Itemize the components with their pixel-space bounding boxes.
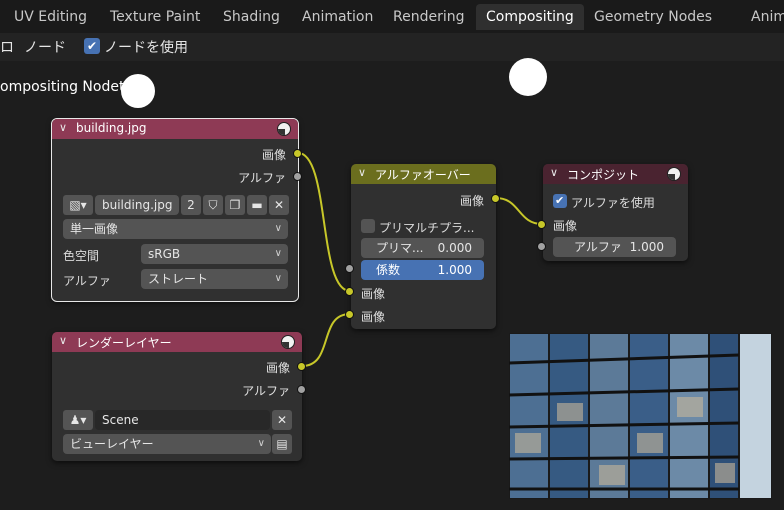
alpha-mode-dropdown[interactable]: ストレート ∨ <box>141 269 288 289</box>
image-input-socket[interactable] <box>537 220 546 229</box>
image-node[interactable]: ∨ building.jpg 画像 アルファ ▧▾ building.jpg 2… <box>51 118 299 302</box>
close-icon[interactable]: ✕ <box>269 195 289 215</box>
fake-user-shield-icon[interactable]: ⛉ <box>203 195 223 215</box>
close-icon[interactable]: ✕ <box>272 410 292 430</box>
image-name-field[interactable]: building.jpg <box>95 195 179 215</box>
colorspace-dropdown[interactable]: sRGB ∨ <box>141 244 288 264</box>
factor-input-socket[interactable] <box>345 264 354 273</box>
node-preview-icon <box>281 335 295 349</box>
premultiply-label: プリマ... <box>376 241 424 255</box>
factor-label: 係数 <box>376 263 401 277</box>
alpha-over-node[interactable]: ∨ アルファオーバー 画像 プリマルチプラ... プリマ... 0.000 係数… <box>351 164 496 329</box>
workspace-tab-bar: UV Editing Texture Paint Shading Animati… <box>0 0 784 33</box>
checkmark-icon: ✔ <box>555 194 565 207</box>
header-edge-label: ロ <box>0 40 14 56</box>
alpha-input-socket[interactable] <box>537 242 546 251</box>
render-layers-node[interactable]: ∨ レンダーレイヤー 画像 アルファ ♟▾ Scene ✕ ビューレイヤー ∨ ▤ <box>52 332 302 461</box>
render-layers-header[interactable]: ∨ レンダーレイヤー <box>52 332 302 352</box>
alpha-output-label: アルファ <box>242 384 290 398</box>
node-preview-icon <box>667 167 681 181</box>
checkmark-icon: ✔ <box>87 39 98 53</box>
collapse-chevron-icon[interactable]: ∨ <box>358 166 366 179</box>
composite-header[interactable]: ∨ コンポジット <box>543 164 688 184</box>
scene-field[interactable]: Scene <box>95 410 270 430</box>
chevron-down-icon: ∨ <box>274 273 282 284</box>
image-input-2-label: 画像 <box>361 310 386 324</box>
image-input-label: 画像 <box>553 219 578 233</box>
alpha-input-field[interactable]: アルファ 1.000 <box>553 237 676 257</box>
composite-title: コンポジット <box>567 168 640 182</box>
cursor-indicator <box>121 74 155 108</box>
node-preview-icon <box>277 122 291 136</box>
scene-browse-icon[interactable]: ♟▾ <box>63 410 93 430</box>
image-input-1-label: 画像 <box>361 287 386 301</box>
use-alpha-label: アルファを使用 <box>571 196 655 210</box>
image-output-label: 画像 <box>261 148 286 162</box>
collapse-chevron-icon[interactable]: ∨ <box>59 121 67 134</box>
render-layers-title: レンダーレイヤー <box>76 336 172 350</box>
chevron-down-icon: ∨ <box>257 438 265 449</box>
image-output-label: 画像 <box>265 361 290 375</box>
alpha-over-title: アルファオーバー <box>375 168 471 182</box>
image-output-socket[interactable] <box>491 194 500 203</box>
link-render-to-alphaover <box>301 313 351 367</box>
image-output-socket[interactable] <box>293 149 302 158</box>
use-nodes-label: ノードを使用 <box>104 40 188 56</box>
collapse-chevron-icon[interactable]: ∨ <box>59 334 67 347</box>
convert-premultiplied-checkbox[interactable] <box>361 219 375 233</box>
node-menu[interactable]: ノード <box>24 37 66 57</box>
convert-premultiplied-label: プリマルチプラ... <box>379 221 475 235</box>
premultiply-field[interactable]: プリマ... 0.000 <box>361 238 484 258</box>
image-input-1-socket[interactable] <box>345 287 354 296</box>
duplicate-icon[interactable]: ❐ <box>225 195 245 215</box>
tab-animation-truncated[interactable]: Anim <box>741 4 784 30</box>
composite-node[interactable]: ∨ コンポジット ✔ アルファを使用 画像 アルファ 1.000 <box>543 164 688 261</box>
factor-field[interactable]: 係数 1.000 <box>361 260 484 280</box>
colorspace-label: 色空間 <box>63 249 100 263</box>
tab-rendering[interactable]: Rendering <box>383 4 475 30</box>
folder-icon[interactable]: ▬ <box>247 195 267 215</box>
image-node-title: building.jpg <box>76 121 147 135</box>
image-source-dropdown[interactable]: 単一画像 ∨ <box>63 219 288 239</box>
colorspace-value: sRGB <box>148 247 181 261</box>
use-alpha-checkbox[interactable]: ✔ <box>553 194 567 208</box>
alpha-over-header[interactable]: ∨ アルファオーバー <box>351 164 496 184</box>
tab-texture-paint[interactable]: Texture Paint <box>100 4 210 30</box>
alpha-output-socket[interactable] <box>297 385 306 394</box>
alpha-output-label: アルファ <box>238 171 286 185</box>
view-layer-value: ビューレイヤー <box>70 437 154 451</box>
render-layer-icon[interactable]: ▤ <box>272 434 292 454</box>
link-alphaover-to-composite <box>495 197 543 225</box>
image-output-socket[interactable] <box>297 362 306 371</box>
alpha-input-value: 1.000 <box>629 240 664 254</box>
backdrop-preview-image <box>509 333 772 499</box>
image-input-2-socket[interactable] <box>345 310 354 319</box>
image-node-header[interactable]: ∨ building.jpg <box>52 119 298 139</box>
chevron-down-icon: ∨ <box>274 248 282 259</box>
factor-value: 1.000 <box>437 263 472 277</box>
tab-uv-editing[interactable]: UV Editing <box>4 4 97 30</box>
chevron-down-icon: ∨ <box>274 223 282 234</box>
image-users-count[interactable]: 2 <box>181 195 201 215</box>
view-layer-dropdown[interactable]: ビューレイヤー ∨ <box>63 434 271 454</box>
use-nodes-checkbox[interactable]: ✔ <box>84 38 100 54</box>
collapse-chevron-icon[interactable]: ∨ <box>550 166 558 179</box>
cursor-indicator <box>509 58 547 96</box>
tab-animation[interactable]: Animation <box>292 4 383 30</box>
alpha-mode-label: アルファ <box>63 274 111 288</box>
image-browse-icon[interactable]: ▧▾ <box>63 195 93 215</box>
tab-shading[interactable]: Shading <box>213 4 290 30</box>
alpha-output-socket[interactable] <box>293 172 302 181</box>
premultiply-value: 0.000 <box>437 241 472 255</box>
tab-compositing[interactable]: Compositing <box>476 4 584 30</box>
building-facade-image <box>509 333 772 499</box>
alpha-input-label: アルファ <box>574 240 622 254</box>
image-source-value: 単一画像 <box>70 222 119 236</box>
tab-geometry-nodes[interactable]: Geometry Nodes <box>584 4 722 30</box>
image-output-label: 画像 <box>459 194 484 208</box>
alpha-mode-value: ストレート <box>148 272 209 286</box>
link-image-to-alphaover <box>297 152 351 292</box>
